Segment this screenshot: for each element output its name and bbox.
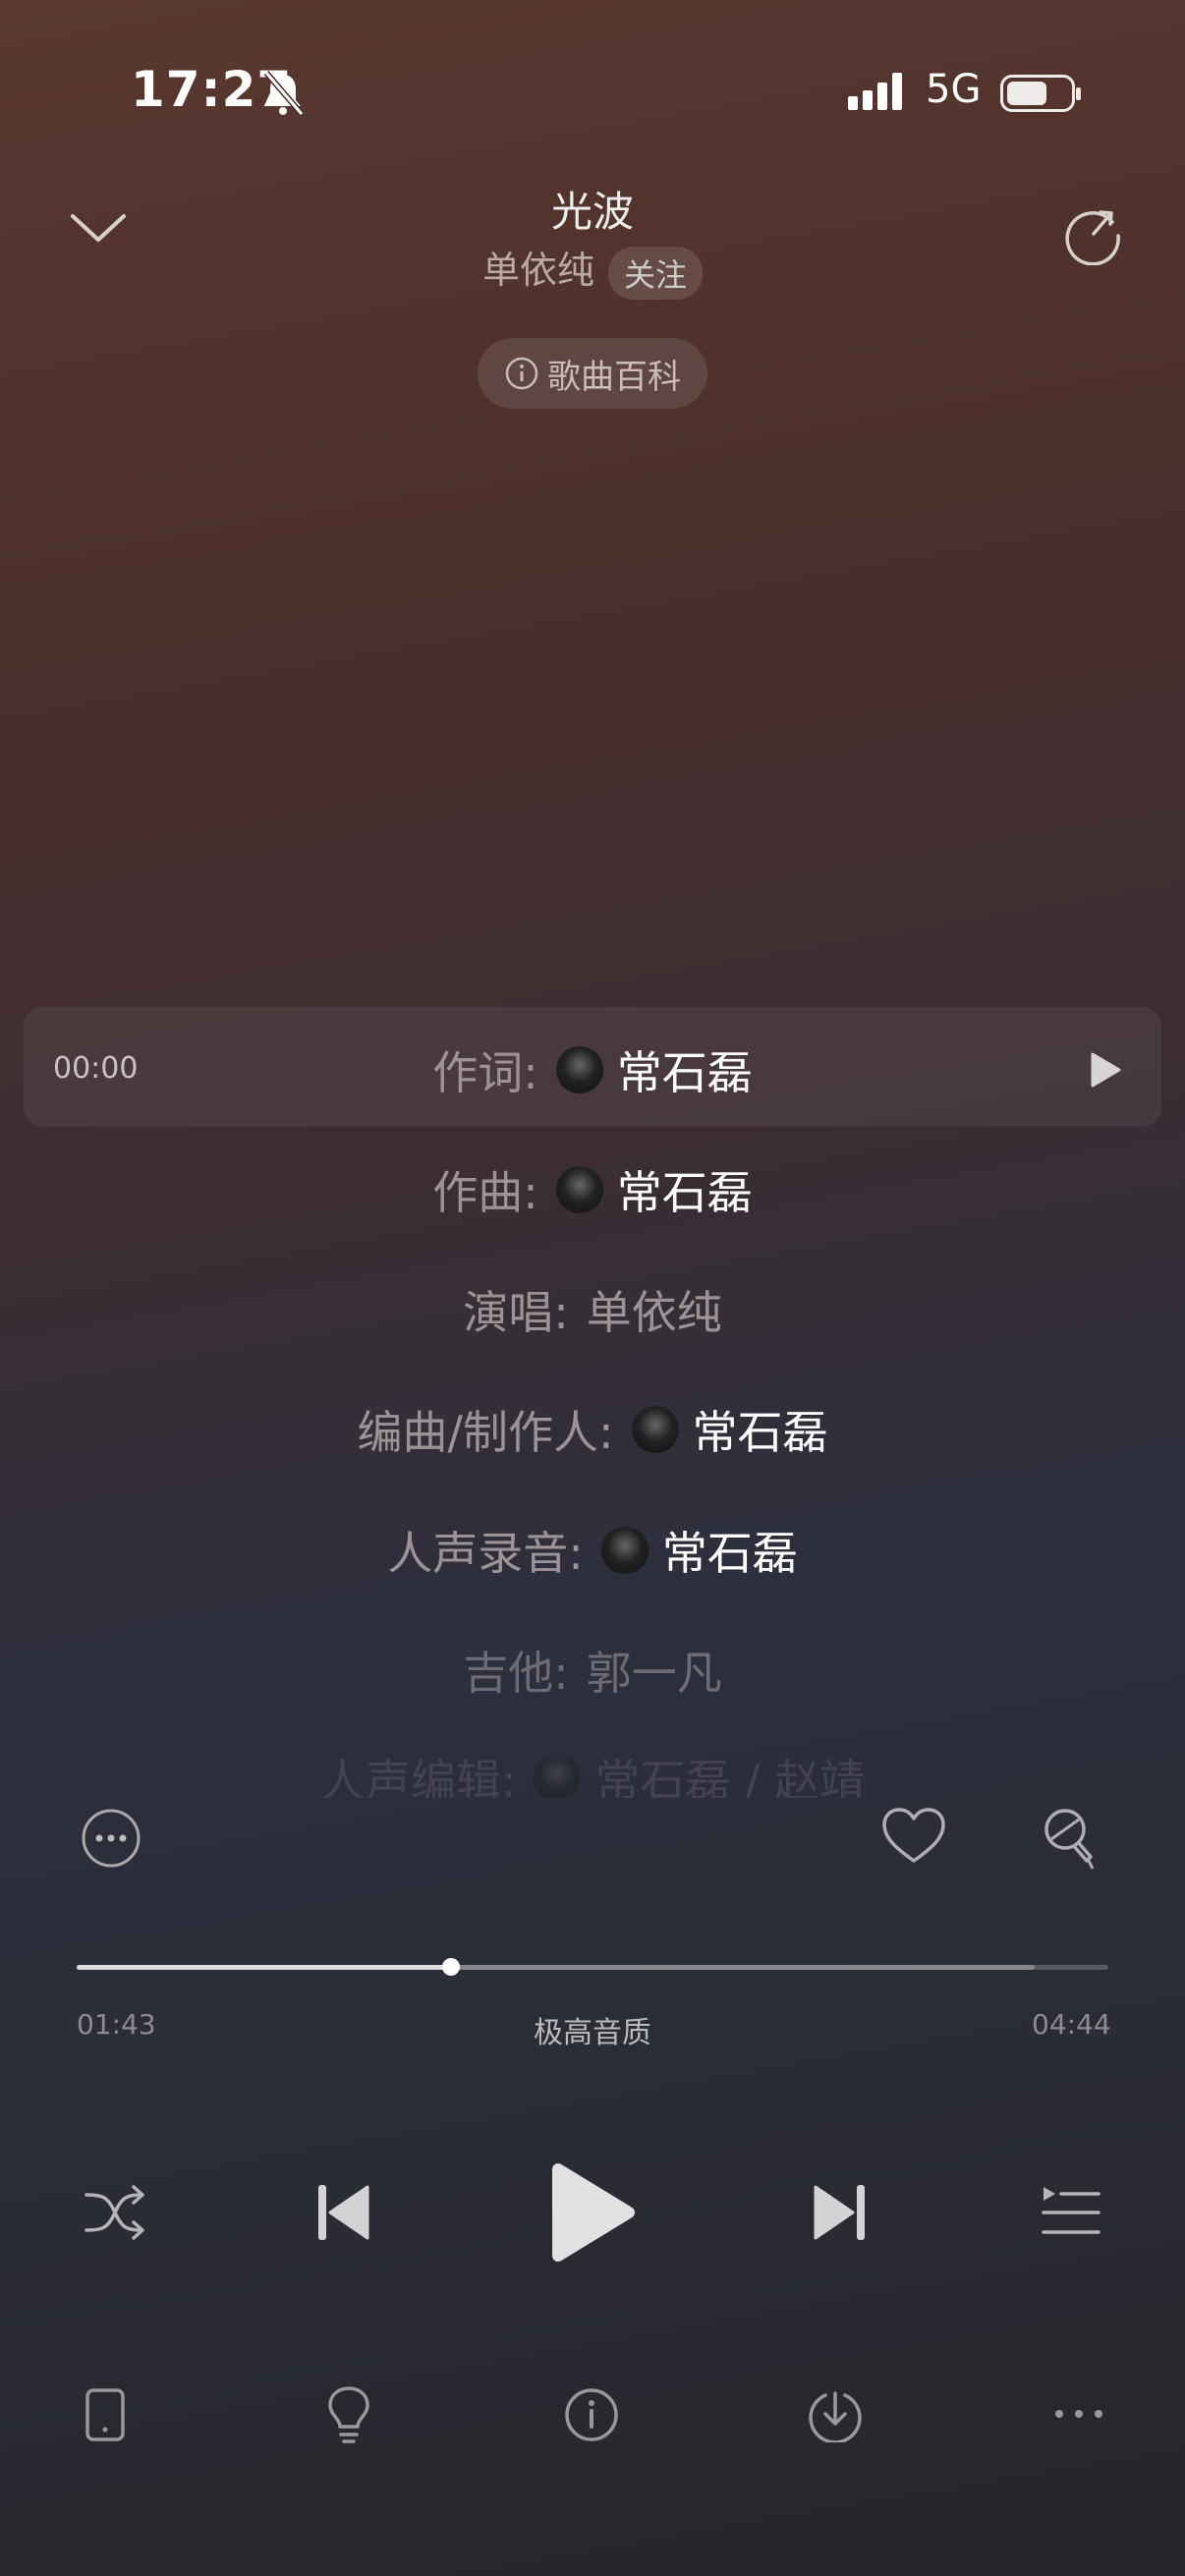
- heart-icon[interactable]: [880, 1806, 947, 1867]
- credit-row: 作词: 常石磊: [432, 1046, 753, 1099]
- progress-fill: [77, 1965, 451, 1970]
- credit-row: 人声录音: 常石磊: [387, 1527, 798, 1580]
- credit-row: 编曲/制作人: 常石磊: [357, 1406, 828, 1459]
- info-icon[interactable]: [564, 2387, 619, 2442]
- signal-icon: [848, 73, 907, 110]
- share-icon[interactable]: [1061, 200, 1126, 265]
- lightbulb-icon[interactable]: [326, 2385, 371, 2444]
- play-icon[interactable]: [548, 2161, 637, 2264]
- credit-row: 演唱: 单依纯: [463, 1286, 722, 1339]
- progress-knob[interactable]: [442, 1958, 460, 1976]
- device-icon[interactable]: [85, 2387, 126, 2442]
- song-title: 光波: [550, 188, 634, 236]
- karaoke-mic-icon[interactable]: [1040, 1806, 1099, 1875]
- more-icon[interactable]: [1053, 2407, 1104, 2421]
- avatar[interactable]: [631, 1406, 679, 1453]
- avatar[interactable]: [555, 1166, 603, 1213]
- download-icon[interactable]: [808, 2387, 863, 2442]
- network-label: 5G: [926, 67, 982, 112]
- audio-quality-button[interactable]: 极高音质: [0, 2008, 1185, 2051]
- wiki-label: 歌曲百科: [547, 357, 681, 397]
- bell-muted-icon: [263, 71, 305, 116]
- credit-row: 吉他: 郭一凡: [463, 1647, 722, 1700]
- credit-row: 作曲: 常石磊: [432, 1166, 753, 1219]
- playlist-icon[interactable]: [1042, 2185, 1100, 2240]
- follow-button[interactable]: 关注: [608, 246, 704, 300]
- info-icon: [505, 357, 538, 390]
- artist-row: 单依纯 关注: [0, 240, 1185, 300]
- total-duration: 04:44: [1032, 2008, 1111, 2041]
- avatar: [534, 1759, 582, 1798]
- battery-icon: [1000, 75, 1081, 112]
- more-options-icon[interactable]: [81, 1808, 141, 1869]
- avatar[interactable]: [600, 1527, 649, 1574]
- previous-icon[interactable]: [316, 2183, 371, 2242]
- shuffle-icon[interactable]: [83, 2181, 147, 2244]
- song-wiki-button[interactable]: 歌曲百科: [478, 338, 707, 409]
- artist-name[interactable]: 单依纯: [482, 249, 594, 292]
- next-icon[interactable]: [812, 2183, 867, 2242]
- credit-row: 人声编辑: 常石磊 / 赵靖: [0, 1759, 1185, 1798]
- avatar[interactable]: [555, 1046, 603, 1093]
